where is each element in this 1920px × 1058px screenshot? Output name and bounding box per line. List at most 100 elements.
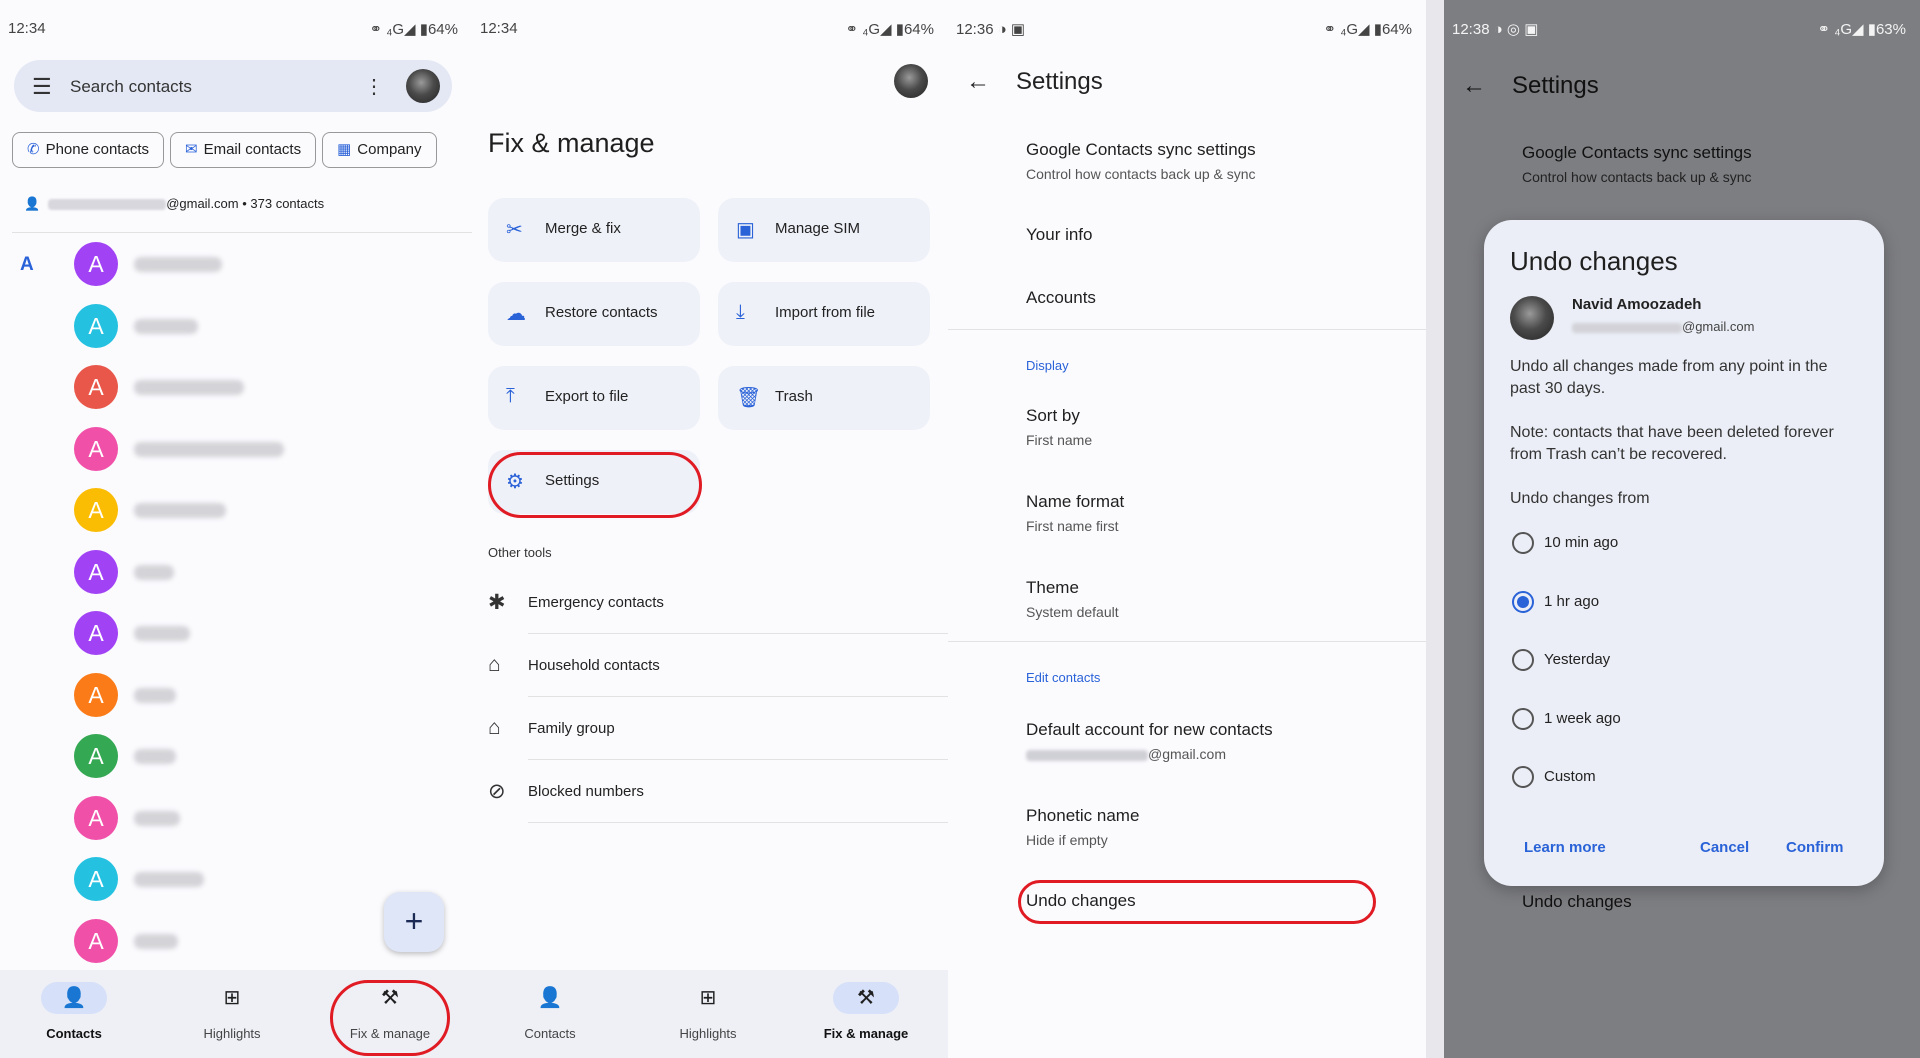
menu-icon[interactable]: ☰ [32, 74, 52, 100]
redacted-email [1572, 322, 1682, 333]
merge-fix-button[interactable]: ✂ Merge & fix [488, 198, 700, 262]
trash-button[interactable]: 🗑 Trash [718, 366, 930, 430]
divider [948, 641, 1426, 642]
search-input[interactable]: Search contacts [70, 77, 192, 97]
card-label: Export to file [545, 388, 629, 405]
download-icon: ⤓ [736, 301, 745, 323]
your-info-item[interactable]: Your info [1026, 225, 1092, 245]
redacted-contact-name [134, 503, 226, 518]
back-arrow-icon[interactable]: ← [1462, 72, 1486, 99]
learn-more-button[interactable]: Learn more [1524, 839, 1606, 856]
contact-row[interactable]: A [74, 672, 454, 719]
item-value: @gmail.com [1026, 746, 1273, 762]
name-format-item[interactable]: Name format First name first [1026, 492, 1124, 534]
phonetic-name-item[interactable]: Phonetic name Hide if empty [1026, 806, 1139, 848]
household-contacts-item[interactable]: ⌂ Household contacts [472, 635, 948, 697]
radio-unselected-icon[interactable] [1512, 649, 1534, 671]
contact-row[interactable]: A [74, 549, 454, 596]
redacted-contact-name [134, 687, 176, 703]
contact-row[interactable]: A [74, 426, 454, 473]
cancel-button[interactable]: Cancel [1700, 839, 1749, 856]
sim-icon: ▣ [736, 219, 755, 241]
trash-icon: 🗑 [736, 387, 762, 409]
blocked-numbers-item[interactable]: ⊘ Blocked numbers [472, 761, 948, 823]
item-title: Theme [1026, 578, 1079, 597]
sync-settings-item[interactable]: Google Contacts sync settings Control ho… [1026, 140, 1256, 182]
contact-avatar: A [74, 918, 118, 963]
divider [12, 232, 472, 233]
more-options-icon[interactable]: ⋮ [364, 74, 384, 99]
contact-row[interactable]: A [74, 795, 454, 842]
search-bar[interactable]: ☰ Search contacts ⋮ [14, 60, 452, 112]
status-time: 12:34 [8, 20, 46, 37]
restore-contacts-button[interactable]: ☁ Restore contacts [488, 282, 700, 346]
nav-highlights[interactable]: ⊞ Highlights [648, 970, 768, 1041]
contact-row[interactable]: A [74, 242, 454, 288]
nav-contacts[interactable]: 👤 Contacts [490, 970, 610, 1041]
avatar[interactable] [406, 69, 440, 103]
status-icons: ⚭ ₄G◢ ▮64% [845, 21, 934, 38]
radio-label: 1 week ago [1544, 709, 1621, 727]
item-title: Accounts [1026, 288, 1096, 307]
redacted-email [1026, 749, 1148, 761]
section-letter: A [20, 254, 34, 275]
redacted-contact-name [134, 933, 178, 949]
emergency-contacts-item[interactable]: ✱ Emergency contacts [472, 572, 948, 634]
contact-row[interactable]: A [74, 611, 454, 657]
contacts-icon: 👤 [41, 982, 107, 1014]
import-from-file-button[interactable]: ⤓ Import from file [718, 282, 930, 346]
item-subtitle: Control how contacts back up & sync [1026, 166, 1256, 182]
contact-avatar: A [74, 549, 118, 594]
nav-fix-manage[interactable]: ⚒ Fix & manage [806, 970, 926, 1041]
radio-selected-icon[interactable] [1512, 590, 1534, 613]
status-icons: ⚭ ₄G◢ ▮64% [369, 21, 458, 38]
nav-label: Highlights [203, 1026, 261, 1041]
nav-label: Fix & manage [823, 1026, 909, 1041]
radio-label: Custom [1544, 768, 1596, 785]
nav-highlights[interactable]: ⊞ Highlights [172, 970, 292, 1041]
contact-avatar: A [74, 857, 118, 901]
radio-unselected-icon[interactable] [1512, 707, 1534, 730]
radio-unselected-icon[interactable] [1512, 766, 1534, 788]
status-bar: 12:34 ⚭ ₄G◢ ▮64% [0, 14, 472, 44]
radio-label: Yesterday [1544, 651, 1611, 668]
phone-icon: ✆ [27, 141, 40, 158]
user-email: @gmail.com [1572, 319, 1754, 334]
add-contact-button[interactable]: + [384, 892, 444, 952]
radio-label: 1 hr ago [1544, 592, 1600, 610]
item-title: Phonetic name [1026, 806, 1140, 825]
contact-row[interactable]: A [74, 303, 454, 350]
default-account-item[interactable]: Default account for new contacts @gmail.… [1026, 720, 1273, 762]
manage-sim-button[interactable]: ▣ Manage SIM [718, 198, 930, 262]
undo-changes-dialog: Undo changes Navid Amoozadeh @gmail.com … [1484, 220, 1884, 886]
user-name: Navid Amoozadeh [1572, 296, 1702, 313]
nav-contacts[interactable]: 👤 Contacts [14, 970, 134, 1041]
tool-label: Blocked numbers [528, 783, 644, 800]
page-title: Settings [1512, 72, 1599, 99]
back-arrow-icon[interactable]: ← [966, 68, 990, 95]
chip-label: Phone contacts [45, 141, 149, 158]
confirm-button[interactable]: Confirm [1786, 839, 1844, 856]
accounts-item[interactable]: Accounts [1026, 288, 1096, 308]
status-icons: ⚭ ₄G◢ ▮64% [1323, 21, 1412, 38]
contact-row[interactable]: A [74, 734, 454, 780]
family-group-item[interactable]: ⌂ Family group [472, 698, 948, 760]
contact-row[interactable]: A [74, 488, 454, 534]
avatar[interactable] [894, 64, 928, 98]
chip-company[interactable]: ▦ Company [322, 132, 437, 168]
highlights-icon: ⊞ [223, 987, 241, 1009]
export-to-file-button[interactable]: ⤒ Export to file [488, 366, 700, 430]
contact-row[interactable]: A [74, 365, 454, 411]
bottom-nav: 👤 Contacts ⊞ Highlights ⚒ Fix & manage [472, 970, 948, 1058]
card-label: Merge & fix [545, 220, 621, 237]
dialog-body: Undo all changes made from any point in … [1510, 358, 1828, 397]
chip-phone-contacts[interactable]: ✆ Phone contacts [12, 132, 164, 168]
person-icon: 👤 [24, 196, 41, 211]
radio-unselected-icon[interactable] [1512, 532, 1534, 554]
sort-by-item[interactable]: Sort by First name [1026, 406, 1092, 448]
status-bar: 12:36 ◑ ▣ ⚭ ₄G◢ ▮64% [948, 14, 1426, 44]
page-title: Settings [1016, 68, 1103, 95]
chip-email-contacts[interactable]: ✉ Email contacts [169, 132, 317, 168]
theme-item[interactable]: Theme System default [1026, 578, 1119, 620]
cloud-restore-icon: ☁ [506, 303, 526, 325]
